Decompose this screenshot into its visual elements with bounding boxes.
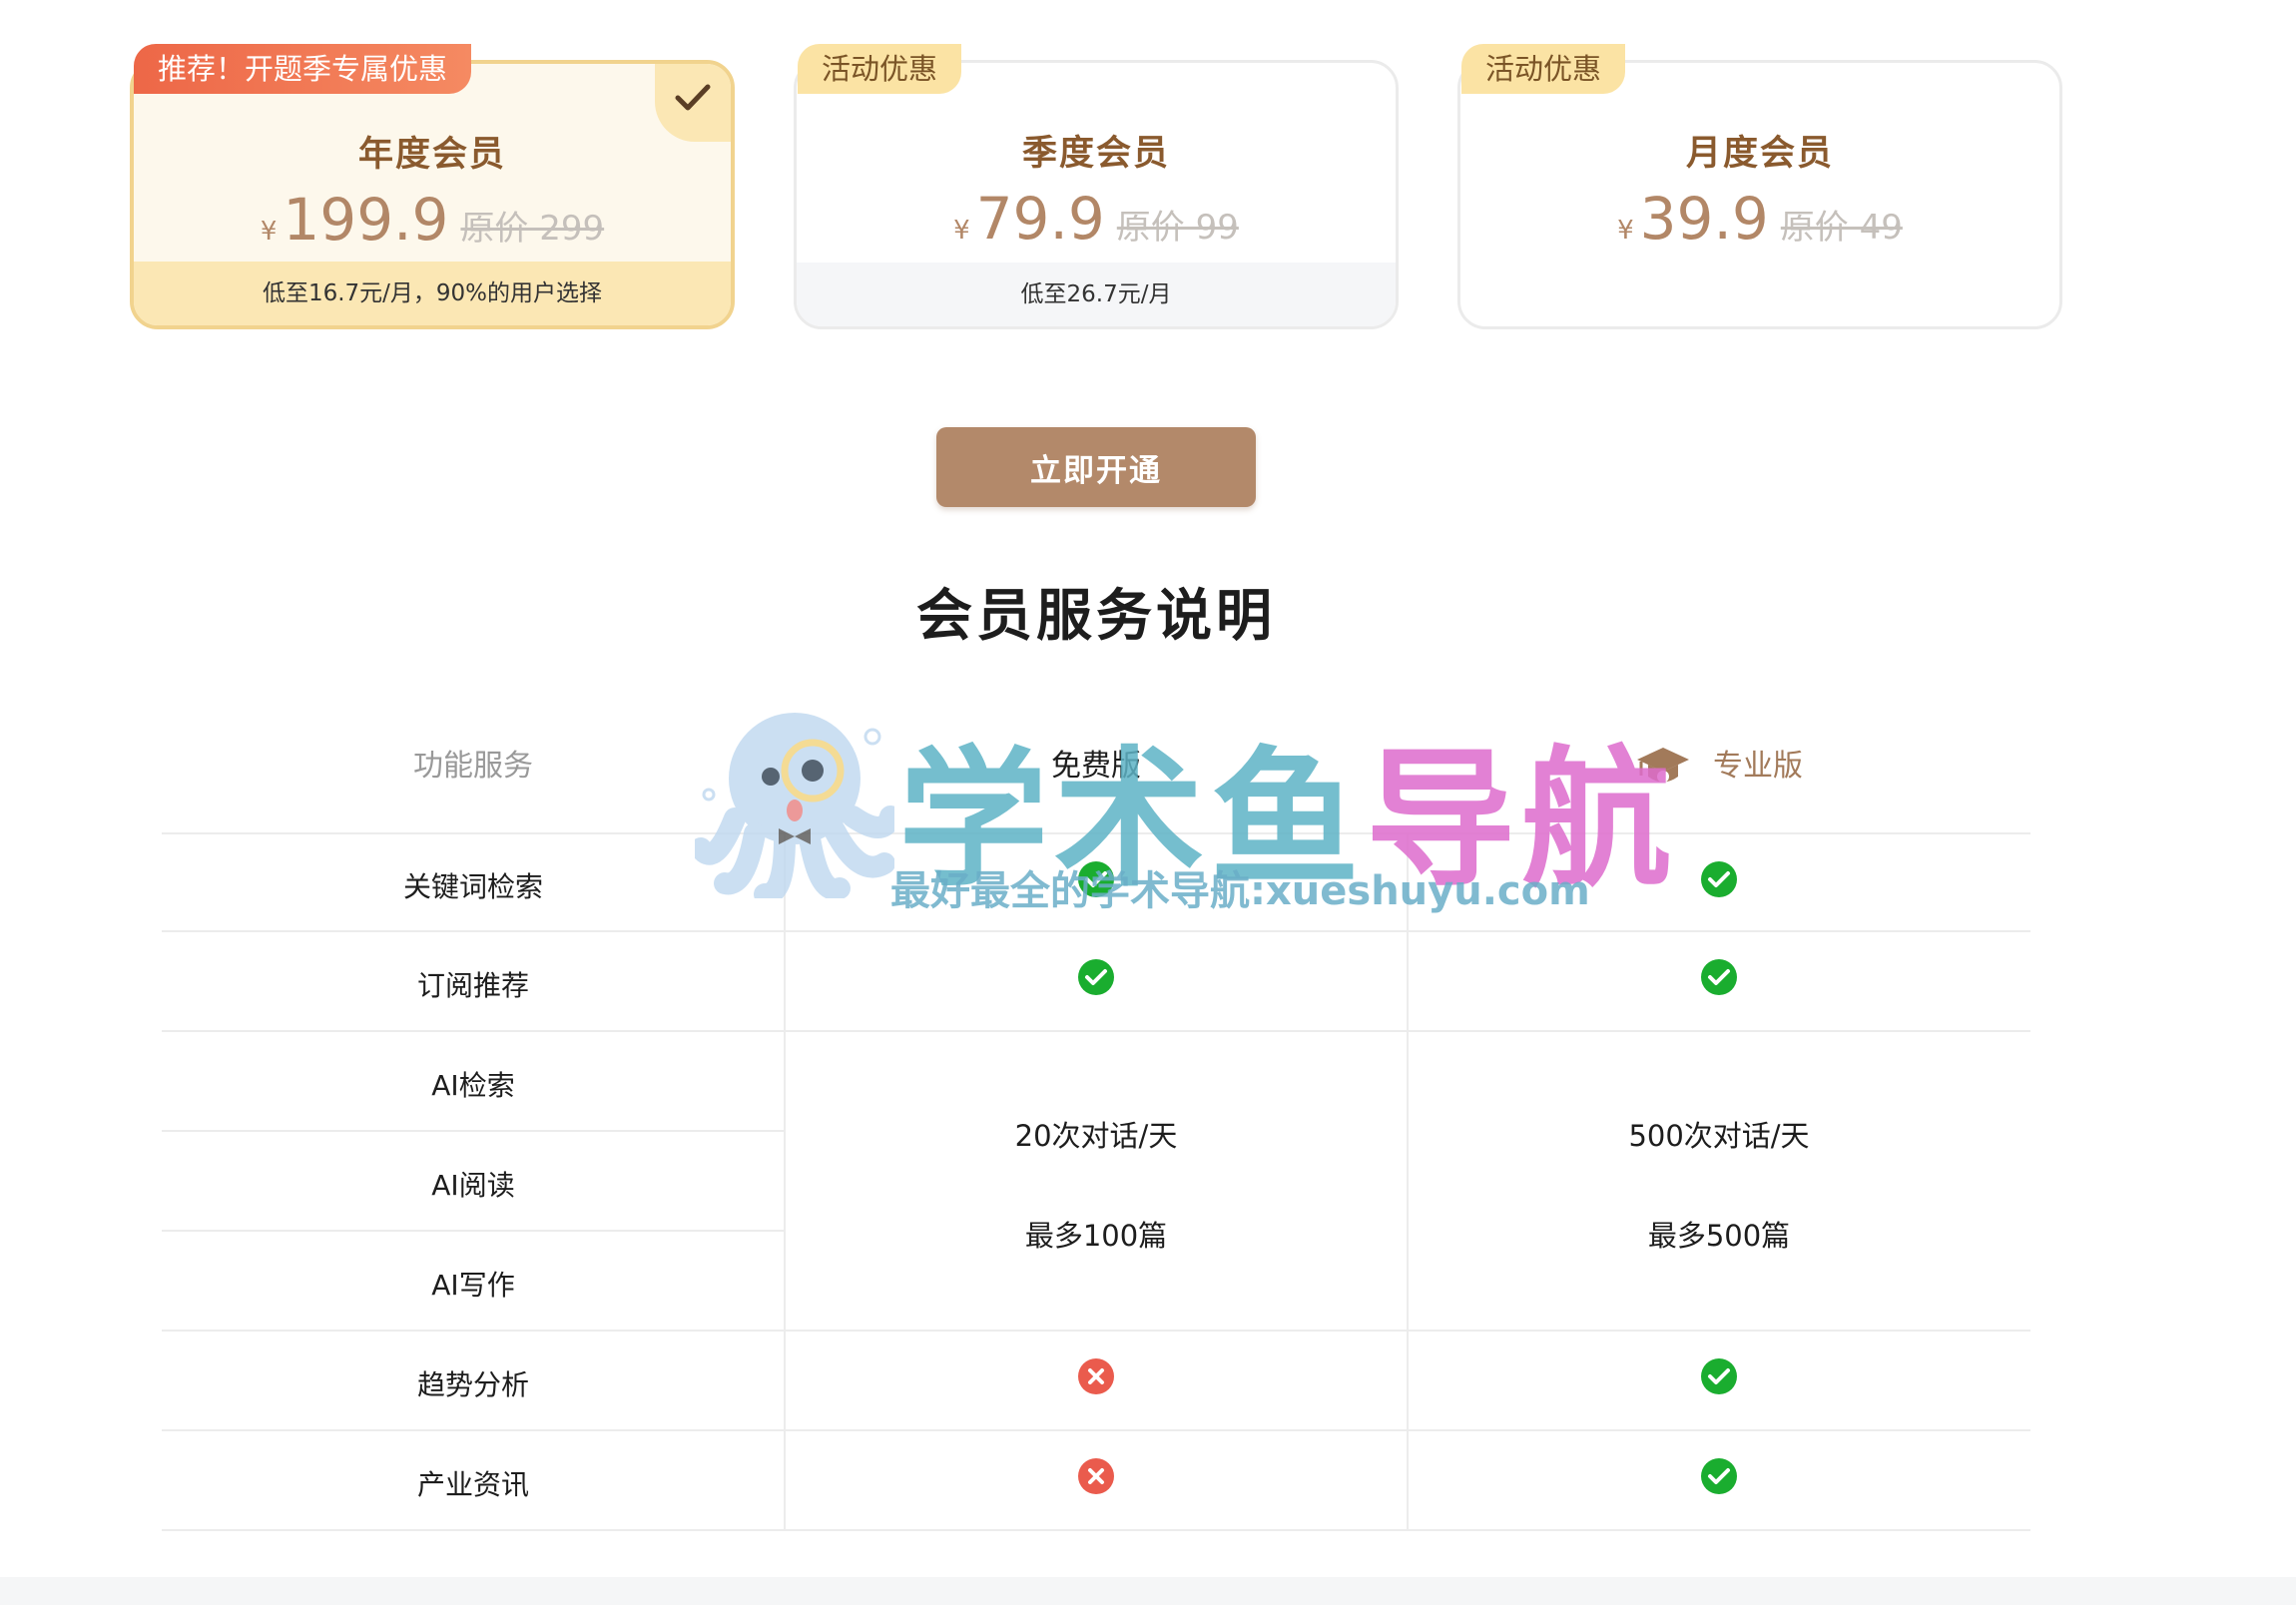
plan-card-monthly[interactable]: 月度会员 ¥39.9 原价 49 [1457, 60, 2062, 329]
plan-card-annual[interactable]: 年度会员 ¥199.9 原价 299 低至16.7元/月，90%的用户选择 [130, 60, 735, 329]
table-divider [162, 1130, 785, 1132]
pro-ai-docs: 最多500篇 [1647, 1219, 1791, 1253]
column-header-feature: 功能服务 [413, 749, 533, 784]
feature-name: 订阅推荐 [416, 969, 529, 1002]
free-cell-trend-analysis [785, 1357, 1408, 1402]
plan-price: 199.9 [283, 186, 449, 254]
table-column-divider [1407, 832, 1409, 1531]
pro-ai-quota: 500次对话/天 [1628, 1119, 1810, 1153]
column-header-pro-label: 专业版 [1713, 749, 1803, 784]
green-check-circle-icon [1701, 1458, 1737, 1494]
green-check-circle-icon [1701, 959, 1737, 995]
currency-symbol: ¥ [1617, 216, 1634, 246]
plan-price: 79.9 [975, 185, 1105, 253]
plan-original-price: 原价 299 [460, 209, 605, 249]
table-divider [162, 1230, 785, 1232]
plan-price: 39.9 [1639, 185, 1769, 253]
plan-name: 年度会员 [357, 135, 506, 175]
check-mark-icon [675, 84, 711, 111]
subscribe-now-button[interactable]: 立即开通 [936, 427, 1256, 507]
octopus-mascot-icon [695, 713, 894, 898]
plan-note: 低至26.7元/月 [797, 263, 1396, 326]
pro-cell-subscription [1408, 958, 2030, 1003]
plan-original-price: 原价 49 [1780, 208, 1903, 248]
table-divider [162, 1030, 2030, 1032]
feature-name: 产业资讯 [416, 1468, 529, 1501]
free-ai-docs: 最多100篇 [1024, 1219, 1168, 1253]
plan-name: 季度会员 [1021, 134, 1170, 174]
plan-price-line: ¥79.9 原价 99 [797, 185, 1396, 253]
free-cell-subscription [785, 958, 1408, 1003]
free-cell-industry-news [785, 1457, 1408, 1502]
free-ai-quota: 20次对话/天 [1014, 1119, 1178, 1153]
section-title: 会员服务说明 [916, 584, 1276, 649]
plan-note: 低至16.7元/月，90%的用户选择 [134, 262, 731, 325]
pro-cell-trend-analysis [1408, 1357, 2030, 1402]
plan-price-line: ¥199.9 原价 299 [134, 186, 731, 254]
plan-original-price: 原价 99 [1116, 208, 1239, 248]
currency-symbol: ¥ [260, 217, 278, 247]
page-footer-strip [0, 1577, 2296, 1605]
green-check-circle-icon [1701, 1358, 1737, 1394]
green-check-circle-icon [1701, 861, 1737, 897]
plan-card-quarterly[interactable]: 季度会员 ¥79.9 原价 99 低至26.7元/月 [794, 60, 1399, 329]
plan-name: 月度会员 [1685, 134, 1834, 174]
plan-tag-recommended: 推荐！开题季专属优惠 [134, 44, 472, 94]
table-divider [162, 930, 2030, 932]
red-cross-circle-icon [1078, 1358, 1114, 1394]
plan-price-line: ¥39.9 原价 49 [1460, 185, 2059, 253]
table-divider [162, 1429, 2030, 1431]
plan-tag-promo: 活动优惠 [1461, 44, 1626, 94]
watermark-subtitle: 最好最全的学术导航:xueshuyu.com [890, 868, 1590, 914]
feature-name: 关键词检索 [402, 870, 543, 903]
table-divider [162, 1529, 2030, 1531]
feature-name: AI阅读 [431, 1169, 515, 1202]
plan-tag-promo: 活动优惠 [798, 44, 962, 94]
green-check-circle-icon [1078, 959, 1114, 995]
feature-name: 趋势分析 [416, 1368, 529, 1401]
red-cross-circle-icon [1078, 1458, 1114, 1494]
currency-symbol: ¥ [953, 216, 970, 246]
feature-name: AI写作 [431, 1269, 515, 1302]
feature-name: AI检索 [431, 1069, 515, 1102]
table-divider [162, 1330, 2030, 1332]
pro-cell-industry-news [1408, 1457, 2030, 1502]
